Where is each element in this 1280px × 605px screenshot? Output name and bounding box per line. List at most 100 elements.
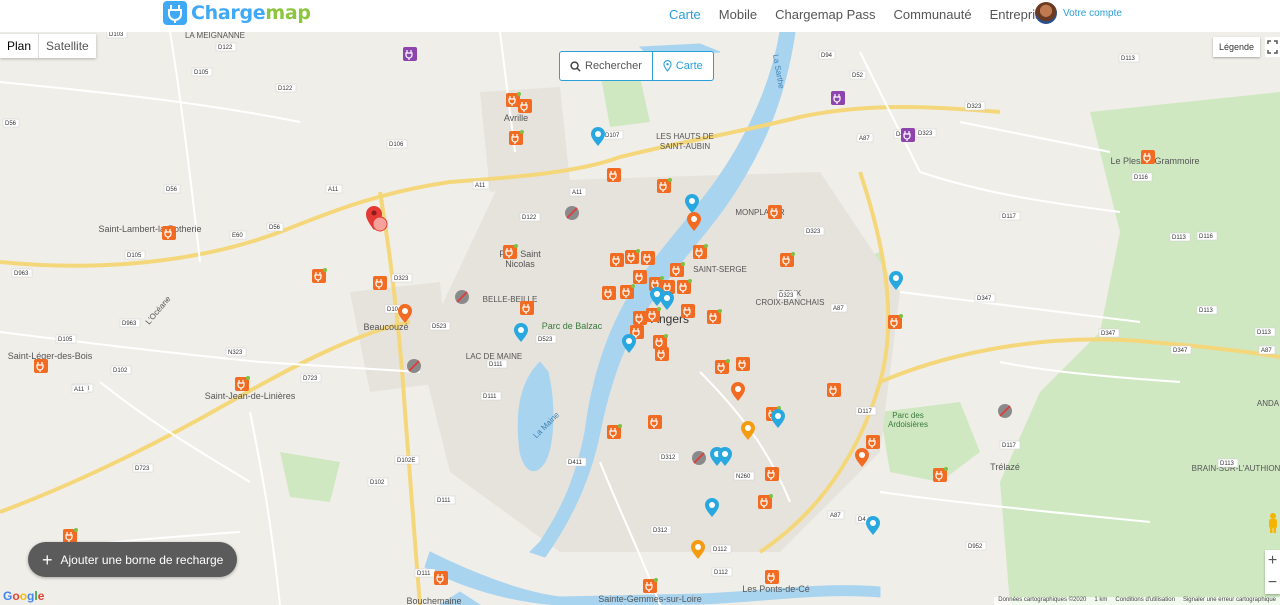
data-credit: Données cartographiques ©2020 [998, 597, 1087, 603]
place-label: Avrille [504, 113, 528, 123]
add-station-button[interactable]: + Ajouter une borne de recharge [28, 542, 238, 577]
avatar[interactable] [1035, 2, 1057, 24]
station-marker[interactable] [736, 357, 750, 371]
station-marker[interactable] [1141, 150, 1155, 164]
place-label: L'Océane [144, 294, 173, 326]
availability-dot [664, 334, 668, 338]
place-label: SAINT-SERGE [693, 265, 747, 274]
place-label: Parc des [892, 411, 924, 420]
station-marker[interactable] [765, 467, 779, 481]
road-label: A87 [1261, 348, 1272, 354]
satellite-button[interactable]: Satellite [38, 34, 96, 58]
plus-icon: + [42, 549, 53, 570]
station-marker[interactable] [655, 347, 669, 361]
marker-dot [595, 131, 601, 137]
station-marker[interactable] [403, 47, 417, 61]
zoom-out-button[interactable]: − [1265, 572, 1280, 594]
road-label: D347 [977, 296, 992, 302]
place-label: Bouchemaine [406, 596, 461, 605]
road-label: A11 [475, 183, 486, 189]
road-label: D312 [653, 528, 668, 534]
map-canvas[interactable]: LA MEIGNANNE Avrille LES HAUTS DE SAINT-… [0, 32, 1280, 605]
nav-communaute[interactable]: Communauté [894, 7, 972, 22]
zoom-in-button[interactable]: + [1265, 550, 1280, 572]
road-label: D52 [852, 73, 864, 79]
location-pin-icon [663, 60, 672, 72]
road-label: D113 [1220, 461, 1235, 467]
station-marker[interactable] [518, 99, 532, 113]
place-label: ANDA [1257, 399, 1280, 408]
selected-station-halo [372, 216, 388, 232]
plan-button[interactable]: Plan [0, 34, 38, 58]
terms-link[interactable]: Conditions d'utilisation [1115, 597, 1175, 605]
marker-dot [745, 425, 751, 431]
station-marker[interactable] [648, 415, 662, 429]
marker-dot [402, 308, 408, 314]
road-label: D105 [194, 70, 209, 76]
road-label: D347 [1101, 331, 1116, 337]
marker-dot [626, 338, 632, 344]
map-attribution: Données cartographiques ©2020 1 km Condi… [994, 597, 1280, 605]
road-label: D963 [14, 271, 29, 277]
road-label: D107 [605, 133, 620, 139]
road-label: D56 [269, 225, 281, 231]
station-marker[interactable] [607, 168, 621, 182]
search-icon [570, 60, 581, 72]
place-label: SAINT-AUBIN [660, 142, 710, 151]
place-label: Saint-Léger-des-Bois [8, 351, 93, 361]
station-marker[interactable] [901, 128, 915, 142]
account-menu[interactable]: Votre compte [1035, 2, 1122, 24]
station-marker[interactable] [373, 276, 387, 290]
map-mode-button[interactable]: Carte [651, 52, 713, 80]
station-marker[interactable] [602, 286, 616, 300]
place-label: Les Ponts-de-Cé [742, 584, 810, 594]
station-marker[interactable] [633, 270, 647, 284]
road-label: D102E [397, 458, 415, 464]
road-label: A87 [833, 306, 844, 312]
station-marker[interactable] [162, 226, 176, 240]
nav-mobile[interactable]: Mobile [719, 7, 757, 22]
road-label: D111 [437, 498, 451, 504]
availability-dot [520, 130, 524, 134]
station-marker[interactable] [434, 571, 448, 585]
place-label: Trélazé [990, 462, 1020, 472]
account-label[interactable]: Votre compte [1063, 8, 1122, 19]
legend-button[interactable]: Légende [1213, 37, 1261, 57]
station-marker[interactable] [765, 570, 779, 584]
station-marker[interactable] [520, 301, 534, 315]
nav-carte[interactable]: Carte [669, 7, 701, 22]
station-marker[interactable] [34, 359, 48, 373]
station-marker[interactable] [610, 253, 624, 267]
road-label: D723 [303, 376, 318, 382]
report-error-link[interactable]: Signaler une erreur cartographique [1183, 597, 1276, 605]
google-logo: Google [3, 589, 45, 603]
road-label: A11 [328, 187, 339, 193]
station-marker[interactable] [866, 435, 880, 449]
availability-dot [74, 528, 78, 532]
road-label: D312 [661, 455, 676, 461]
availability-dot [514, 244, 518, 248]
fullscreen-button[interactable] [1265, 37, 1280, 57]
station-marker[interactable] [641, 251, 655, 265]
availability-dot [631, 284, 635, 288]
chargemap-logo[interactable]: Chargemap [163, 1, 311, 25]
marker-dot [695, 544, 701, 550]
place-label: Saint-Lambert-la-Potherie [98, 224, 201, 234]
road-label: D323 [779, 293, 794, 299]
map-type-switch: Plan Satellite [0, 34, 96, 58]
place-label: LAC DE MAINE [466, 352, 522, 361]
map-mode-label: Carte [675, 60, 703, 72]
search-button[interactable]: Rechercher [560, 52, 652, 80]
station-marker[interactable] [681, 304, 695, 318]
pegman-icon[interactable] [1266, 512, 1280, 534]
nav-chargemap-pass[interactable]: Chargemap Pass [775, 7, 875, 22]
road-label: D323 [394, 276, 409, 282]
station-marker[interactable] [827, 383, 841, 397]
station-marker[interactable] [831, 91, 845, 105]
station-marker[interactable] [768, 205, 782, 219]
marker-dot [722, 451, 728, 457]
place-label: Beaucouzé [363, 322, 408, 332]
search-mode-toggle: Rechercher Carte [559, 51, 714, 81]
station-marker[interactable] [633, 311, 647, 325]
road-label: D116 [1199, 234, 1214, 240]
